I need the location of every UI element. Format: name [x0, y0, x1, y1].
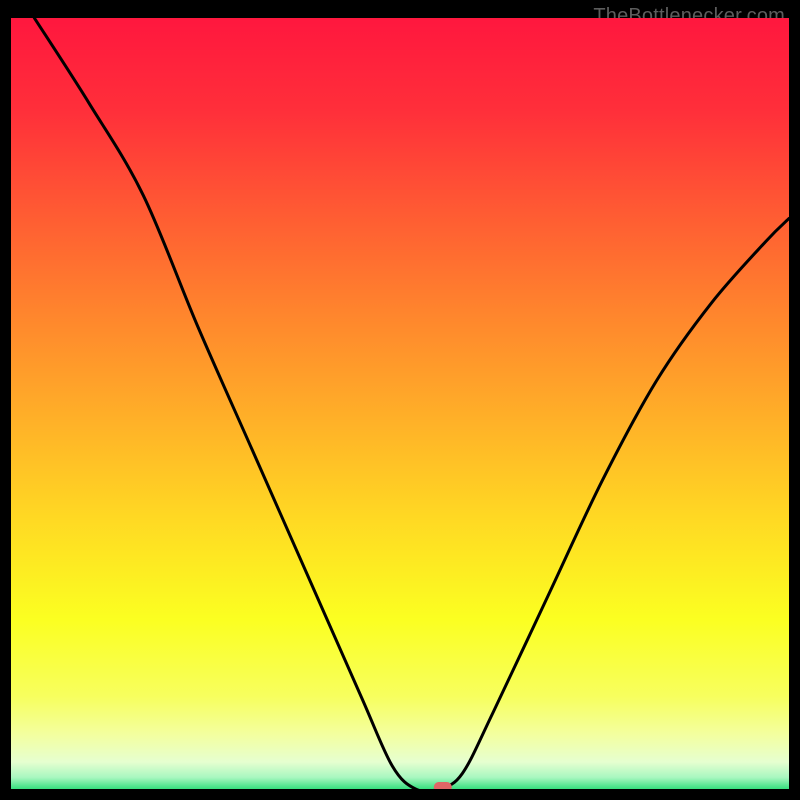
optimal-point-marker — [434, 782, 452, 789]
bottleneck-chart — [11, 18, 789, 789]
chart-frame: TheBottlenecker.com — [11, 11, 789, 789]
gradient-background — [11, 18, 789, 789]
